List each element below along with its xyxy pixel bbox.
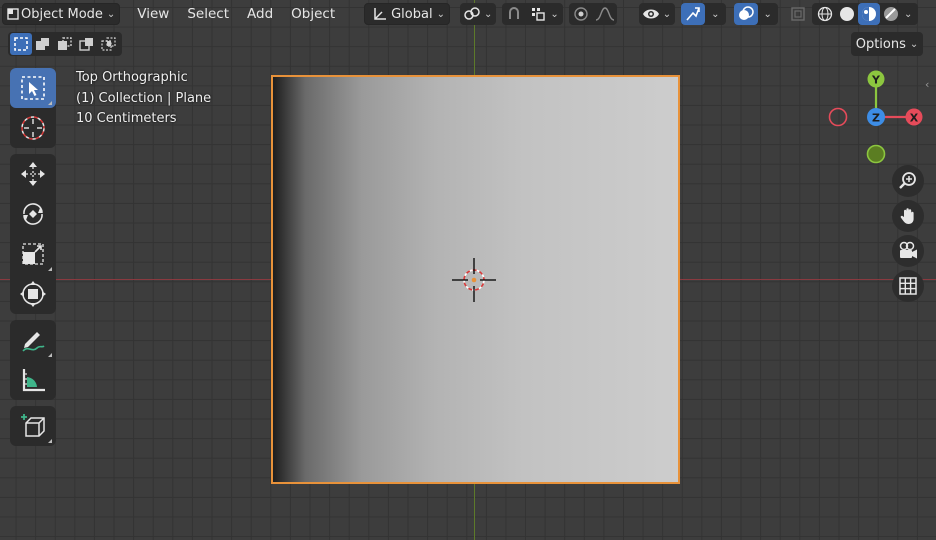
- rotate-icon: [23, 203, 43, 225]
- pivot-point-selector[interactable]: ⌄: [459, 3, 497, 25]
- material-preview-shading-icon[interactable]: [857, 3, 880, 25]
- chevron-down-icon: ⌄: [903, 8, 913, 20]
- eye-visibility-icon: [639, 3, 663, 25]
- pivot-link-icon: [460, 3, 484, 25]
- camera-icon: [899, 241, 917, 259]
- tool-shelf: [10, 68, 56, 452]
- object-visibility-selector[interactable]: ⌄: [638, 3, 676, 25]
- measure-ruler-icon: [22, 369, 45, 392]
- transform-tool[interactable]: [10, 274, 56, 314]
- navigation-gizmo[interactable]: Y X Z: [826, 66, 926, 166]
- object-mode-icon: [5, 3, 21, 25]
- menu-object[interactable]: Object: [282, 3, 344, 25]
- chevron-down-icon: ⌄: [711, 8, 720, 20]
- zoom-button[interactable]: [892, 165, 924, 197]
- select-invert-icon[interactable]: [76, 33, 98, 55]
- move-tool[interactable]: [10, 154, 56, 194]
- overlays-selector[interactable]: ⌄: [733, 3, 778, 25]
- select-subtract-icon[interactable]: [54, 33, 76, 55]
- add-cube-tool[interactable]: [10, 406, 56, 446]
- move-arrows-icon: [21, 162, 45, 186]
- transform-orientation-selector[interactable]: Global ⌄: [364, 3, 450, 25]
- select-extend-icon[interactable]: [32, 33, 54, 55]
- tool-options-indicator: [48, 101, 52, 105]
- xray-toggle[interactable]: [786, 3, 810, 25]
- gizmo-y-label: Y: [871, 74, 881, 87]
- select-tool-group: [10, 68, 56, 148]
- chevron-down-icon: ⌄: [483, 8, 493, 20]
- add-tool-group: [10, 406, 56, 446]
- gizmo-neg-y-handle[interactable]: [866, 144, 886, 164]
- toggle-perspective-button[interactable]: [892, 270, 924, 302]
- chevron-down-icon: ⌄: [106, 8, 116, 20]
- pan-button[interactable]: [892, 200, 924, 232]
- chevron-down-icon: ⌄: [662, 8, 672, 20]
- snap-increment-icon[interactable]: [526, 3, 550, 25]
- orientation-axes-icon: [369, 3, 391, 25]
- xray-icon: [786, 3, 810, 25]
- measure-tool[interactable]: [10, 360, 56, 400]
- tool-options-indicator: [48, 267, 52, 271]
- view-name-text: Top Orthographic: [76, 70, 188, 85]
- chevron-down-icon: ⌄: [763, 8, 772, 20]
- select-intersect-icon[interactable]: [98, 33, 120, 55]
- hand-pan-icon: [900, 208, 914, 224]
- gizmo-x-label: X: [910, 112, 919, 125]
- chevron-down-icon: ⌄: [909, 38, 919, 50]
- grid-scale-text: 10 Centimeters: [76, 111, 177, 126]
- scale-tool[interactable]: [10, 234, 56, 274]
- zoom-magnifier-icon: [899, 172, 916, 189]
- transform-tool-group: [10, 154, 56, 314]
- gizmo-visibility-selector[interactable]: ⌄: [681, 3, 726, 25]
- rendered-shading-icon[interactable]: [880, 3, 902, 25]
- scale-icon: [22, 243, 44, 265]
- viewport-info-overlay: Top Orthographic (1) Collection | Plane …: [76, 68, 211, 130]
- proportional-edit-icon[interactable]: [569, 3, 593, 25]
- chevron-down-icon: ⌄: [436, 8, 445, 20]
- options-label: Options: [855, 36, 906, 52]
- transform-icon: [20, 281, 46, 307]
- annotate-pencil-icon: [22, 332, 45, 352]
- cursor-crosshair-icon: [21, 116, 45, 140]
- selection-mode-group: [8, 32, 122, 56]
- select-box-tool[interactable]: [10, 68, 56, 108]
- menu-view[interactable]: View: [128, 3, 178, 25]
- annotate-tool[interactable]: [10, 320, 56, 360]
- 3d-cursor-icon: [452, 258, 496, 302]
- tool-options-indicator: [48, 353, 52, 357]
- cursor-tool[interactable]: [10, 108, 56, 148]
- menu-select[interactable]: Select: [178, 3, 238, 25]
- mode-label: Object Mode: [21, 6, 103, 22]
- snapping-controls[interactable]: ⌄: [502, 3, 563, 25]
- viewport-header: Object Mode ⌄ View Select Add Object Glo…: [0, 0, 936, 28]
- proportional-editing-controls[interactable]: [568, 3, 617, 25]
- select-box-icon: [21, 76, 45, 100]
- snap-toggle-icon[interactable]: [502, 3, 526, 25]
- collection-object-text: (1) Collection | Plane: [76, 90, 212, 106]
- shading-mode-selector[interactable]: ⌄: [811, 3, 919, 25]
- rotate-tool[interactable]: [10, 194, 56, 234]
- annotate-tool-group: [10, 320, 56, 400]
- select-new-icon[interactable]: [10, 33, 32, 55]
- orientation-label: Global: [391, 6, 433, 22]
- wireframe-shading-icon[interactable]: [814, 3, 836, 25]
- gizmo-z-label: Z: [872, 112, 880, 125]
- gizmo-neg-x-handle[interactable]: [828, 107, 848, 127]
- show-gizmo-icon[interactable]: [681, 3, 706, 25]
- mode-selector[interactable]: Object Mode ⌄: [2, 3, 121, 25]
- show-overlays-icon[interactable]: [733, 3, 758, 25]
- camera-view-button[interactable]: [892, 235, 924, 267]
- solid-shading-icon[interactable]: [836, 3, 858, 25]
- add-cube-icon: [21, 414, 45, 437]
- menu-add[interactable]: Add: [238, 3, 282, 25]
- tool-options-indicator: [48, 439, 52, 443]
- chevron-down-icon: ⌄: [550, 8, 559, 20]
- falloff-curve-icon[interactable]: [593, 3, 617, 25]
- grid-ortho-icon: [899, 277, 917, 295]
- options-button[interactable]: Options ⌄: [851, 32, 923, 56]
